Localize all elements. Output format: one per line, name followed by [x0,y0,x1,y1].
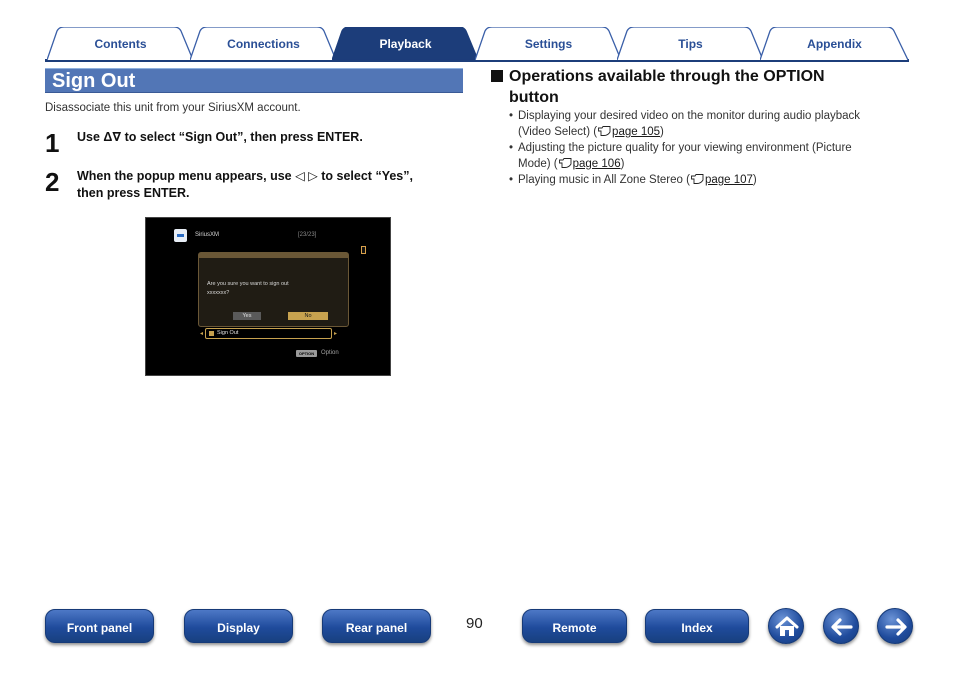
tab-connections-label: Connections [227,37,300,51]
option-item-3-text: Playing music in All Zone Stereo ( [518,174,690,186]
forward-button[interactable] [877,608,913,644]
option-item-2: Adjusting the picture quality for your v… [518,140,909,172]
remote-button[interactable]: Remote [522,609,627,643]
page-107-link[interactable]: page 107 [705,174,753,186]
reference-hand-icon [558,158,572,168]
option-item-1-text: (Video Select) ( [518,126,598,138]
screen-preview: SiriusXM [23/23] Are you sure you want t… [145,217,391,376]
page-105-link[interactable]: page 105 [612,126,660,138]
dialog-message-line-2: xxxxxxx? [207,290,230,296]
step-1-text: Use Δ∇ to select “Sign Out”, then press … [77,130,363,144]
option-item-2-line-1: Adjusting the picture quality for your v… [518,142,852,154]
menu-item-sign-out[interactable]: Sign Out [205,328,332,339]
menu-left-arrow-icon: ◂ [200,331,204,337]
options-heading-line-1: Operations available through the OPTION [509,68,825,85]
step-1-number: 1 [45,128,60,158]
option-item-1-line-1: Displaying your desired video on the mon… [518,110,861,122]
arrow-left-icon [831,618,853,636]
option-item-3-tail: ) [752,174,757,186]
rear-panel-label: Rear panel [345,621,408,635]
option-key-icon: OPTION [296,350,317,357]
bullet-dot: • [509,110,514,122]
back-button[interactable] [823,608,859,644]
signout-dialog: Are you sure you want to sign out xxxxxx… [198,252,349,327]
front-panel-button[interactable]: Front panel [45,609,154,643]
section-description: Disassociate this unit from your SiriusX… [45,102,301,114]
step-2-text: When the popup menu appears, use ◁ ▷ to … [77,168,463,202]
section-header: Sign Out [45,68,463,93]
front-panel-label: Front panel [66,621,133,635]
dialog-yes-button[interactable]: Yes [233,312,261,320]
dialog-no-button[interactable]: No [288,312,328,320]
tab-contents-label: Contents [94,37,147,51]
bullet-dot: • [509,142,514,154]
page-106-link[interactable]: page 106 [573,158,621,170]
tab-appendix-label: Appendix [807,37,862,51]
reference-hand-icon [691,174,704,184]
tab-connections[interactable]: Connections [190,27,337,60]
signout-dialog-message: Are you sure you want to sign out xxxxxx… [207,280,342,298]
tab-tips[interactable]: Tips [617,27,764,60]
tab-tips-label: Tips [678,37,703,51]
display-button[interactable]: Display [184,609,293,643]
remote-label: Remote [552,621,597,635]
tab-playback-label: Playback [379,37,432,51]
options-heading-line-2: button [509,89,559,106]
page-title: Sign Out [52,70,136,92]
dialog-message-line-1: Are you sure you want to sign out [207,281,289,287]
tab-appendix[interactable]: Appendix [760,27,909,60]
options-heading: Operations available through the OPTION … [509,66,899,108]
option-item-1-tail: ) [660,126,664,138]
option-item-3: Playing music in All Zone Stereo ( page 1… [518,172,909,188]
bullet-dot: • [509,174,514,186]
heading-square-icon [491,70,503,82]
index-button[interactable]: Index [645,609,749,643]
step-2-line-1: When the popup menu appears, use ◁ ▷ to … [77,169,413,183]
option-item-2-text: Mode) ( [518,158,558,170]
option-item-1-line-2: (Video Select) ( page 105) [518,124,909,140]
page-number: 90 [466,615,483,632]
step-2-line-2: then press ENTER. [77,186,190,200]
reference-hand-icon [598,126,611,136]
tab-settings-label: Settings [524,37,573,51]
rear-panel-button[interactable]: Rear panel [322,609,431,643]
arrow-right-icon [885,618,907,636]
screen-item-count: [23/23] [298,232,317,238]
option-label: Option [321,350,339,356]
screen-status-icon [361,246,366,254]
display-label: Display [217,621,260,635]
siriusxm-logo-icon [174,229,187,242]
option-item-1: Displaying your desired video on the mon… [518,108,909,140]
option-item-2-line-2: Mode) ( page 106) [518,156,909,172]
step-2-number: 2 [45,167,60,197]
tab-playback[interactable]: Playback [332,27,479,60]
menu-item-label: Sign Out [217,330,239,336]
index-label: Index [681,621,713,635]
screen-source-name: SiriusXM [195,232,220,238]
tab-contents[interactable]: Contents [47,27,194,60]
option-item-2-tail: ) [620,158,625,170]
home-icon [775,616,799,636]
tab-bar: Contents Connections Playback Settings T… [45,26,909,62]
menu-right-arrow-icon: ▸ [334,331,338,337]
tab-settings[interactable]: Settings [475,27,622,60]
home-button[interactable] [768,608,804,644]
menu-item-icon [209,331,214,336]
